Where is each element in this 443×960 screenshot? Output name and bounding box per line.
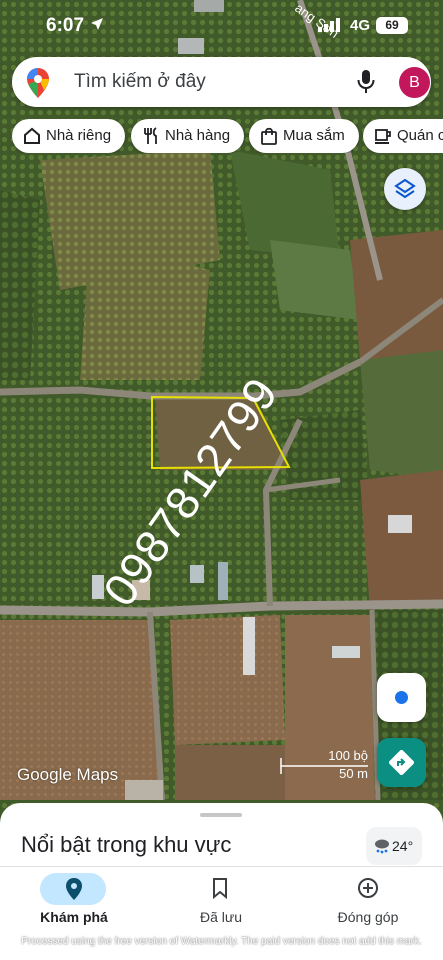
status-bar: 6:07 4G 69 <box>0 0 443 52</box>
directions-button[interactable] <box>377 738 426 787</box>
sheet-title: Nổi bật trong khu vực <box>21 832 232 857</box>
search-bar[interactable]: Tìm kiếm ở đây B <box>12 57 431 107</box>
chip-label: Nhà riêng <box>46 127 112 144</box>
layers-button[interactable] <box>384 168 426 210</box>
temperature: 24° <box>392 838 414 854</box>
nav-explore[interactable]: Khám phá <box>0 867 148 937</box>
my-location-icon <box>395 691 408 704</box>
scale-label-feet: 100 bộ <box>328 748 368 763</box>
chip-home[interactable]: Nhà riêng <box>12 119 126 153</box>
nav-contribute[interactable]: Đóng góp <box>294 867 442 937</box>
chip-label: Nhà hàng <box>165 127 231 144</box>
nav-label: Đã lưu <box>199 909 243 925</box>
category-chips: Nhà riêng Nhà hàng Mua sắm Quán c <box>12 119 443 153</box>
directions-icon <box>389 750 414 775</box>
add-circle-icon <box>358 878 378 898</box>
location-arrow-icon <box>91 18 103 30</box>
google-maps-pin-icon <box>27 68 49 98</box>
nav-label: Đóng góp <box>337 909 399 925</box>
chip-label: Quán c <box>397 127 443 144</box>
battery-icon: 69 <box>376 17 408 34</box>
map-scale: 100 bộ 50 m <box>280 748 370 784</box>
scale-label-meters: 50 m <box>339 766 368 781</box>
sheet-drag-handle[interactable] <box>200 813 242 817</box>
coffee-icon <box>375 129 391 144</box>
chip-label: Mua sắm <box>283 127 345 144</box>
layers-icon <box>394 178 416 199</box>
signal-icon <box>318 18 340 32</box>
rain-cloud-icon <box>375 839 389 854</box>
chip-shopping[interactable]: Mua sắm <box>249 119 359 153</box>
chip-restaurants[interactable]: Nhà hàng <box>131 119 245 153</box>
status-time: 6:07 <box>46 15 85 36</box>
search-input[interactable]: Tìm kiếm ở đây <box>74 71 206 93</box>
nav-saved[interactable]: Đã lưu <box>147 867 295 937</box>
network-type: 4G <box>350 17 371 34</box>
weather-chip[interactable]: 24° <box>366 827 422 865</box>
shopping-bag-icon <box>261 127 277 145</box>
chip-cafes[interactable]: Quán c <box>363 119 443 153</box>
bookmark-icon <box>213 878 227 899</box>
explore-pin-icon <box>66 878 82 900</box>
account-avatar[interactable]: B <box>399 67 430 98</box>
microphone-icon[interactable] <box>357 70 375 94</box>
restaurant-icon <box>144 127 157 144</box>
google-maps-logo: Google Maps <box>17 765 119 784</box>
nav-label: Khám phá <box>40 909 108 925</box>
watermarkly-notice: Processed using the free version of Wate… <box>21 936 422 947</box>
my-location-button[interactable] <box>377 673 426 722</box>
home-icon <box>24 127 40 144</box>
